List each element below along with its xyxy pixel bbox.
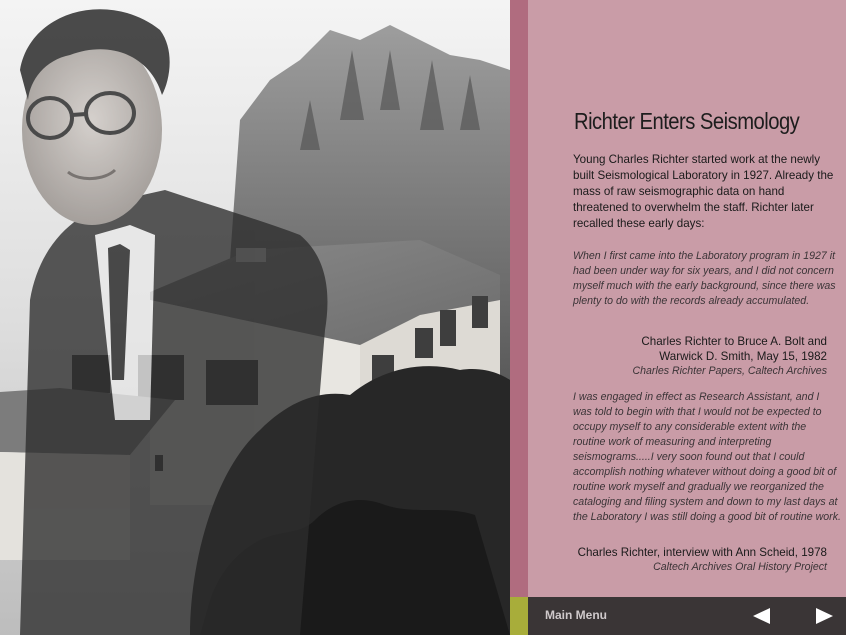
quote-paragraph-1: When I first came into the Laboratory pr… — [573, 250, 836, 307]
citation-2-source: Caltech Archives Oral History Project — [653, 561, 827, 573]
triangle-right-icon — [816, 608, 833, 624]
side-stripe — [510, 0, 528, 597]
triangle-left-icon — [753, 608, 770, 624]
citation-1-source: Charles Richter Papers, Caltech Archives — [632, 365, 828, 377]
citation-1: Charles Richter to Bruce A. Bolt and War… — [607, 334, 828, 379]
bar-accent — [510, 597, 528, 635]
archival-photo — [0, 0, 510, 635]
photo-illustration — [0, 0, 510, 635]
citation-2-line-1: Charles Richter, interview with Ann Sche… — [577, 546, 827, 559]
article-title: Richter Enters Seismology — [574, 108, 800, 134]
next-page-button[interactable] — [814, 606, 836, 626]
main-menu-button[interactable]: Main Menu — [545, 608, 607, 622]
navigation-bar: Main Menu — [528, 597, 846, 635]
citation-1-line-1: Charles Richter to Bruce A. Bolt and — [641, 335, 827, 348]
quote-paragraph-2: I was engaged in effect as Research Assi… — [573, 391, 841, 523]
previous-page-button[interactable] — [750, 606, 772, 626]
article-panel: Richter Enters Seismology Young Charles … — [528, 0, 846, 597]
citation-2: Charles Richter, interview with Ann Sche… — [547, 545, 827, 575]
intro-paragraph: Young Charles Richter started work at th… — [573, 153, 834, 230]
citation-1-line-2: Warwick D. Smith, May 15, 1982 — [659, 350, 827, 363]
